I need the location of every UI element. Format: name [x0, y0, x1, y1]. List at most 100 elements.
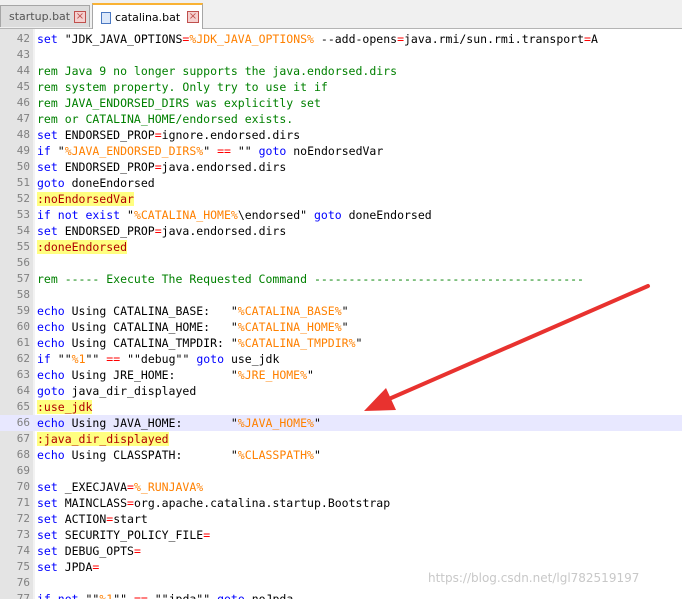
code-line[interactable]: 63 echo Using JRE_HOME: "%JRE_HOME%" — [0, 367, 682, 383]
code-line[interactable]: 57 rem ----- Execute The Requested Comman… — [0, 271, 682, 287]
code-token: = — [584, 32, 591, 46]
code-line[interactable]: 71 set MAINCLASS=org.apache.catalina.star… — [0, 495, 682, 511]
code-token: goto — [37, 176, 65, 190]
code-token: = — [203, 528, 211, 542]
code-text: set ACTION=start — [37, 511, 148, 527]
code-line[interactable]: 69 — [0, 463, 682, 479]
line-number: 57 — [16, 272, 30, 285]
code-line[interactable]: 64 goto java_dir_displayed — [0, 383, 682, 399]
code-token: :use_jdk — [37, 400, 93, 414]
code-token: _EXECJAVA — [57, 480, 128, 494]
line-number: 73 — [16, 528, 30, 541]
code-token: %_RUNJAVA% — [133, 480, 204, 494]
code-token: %JDK_JAVA_OPTIONS% — [189, 32, 314, 46]
code-line[interactable]: 70 set _EXECJAVA=%_RUNJAVA% — [0, 479, 682, 495]
close-icon[interactable]: × — [187, 11, 199, 23]
code-text: if not ""%1"" == ""jpda"" goto noJpda — [37, 591, 293, 599]
code-token: " — [355, 336, 363, 350]
code-line[interactable]: 77 if not ""%1"" == ""jpda"" goto noJpda — [0, 591, 682, 599]
code-line[interactable]: 44 rem Java 9 no longer supports the java… — [0, 63, 682, 79]
code-line[interactable]: 52:noEndorsedVar — [0, 191, 682, 207]
code-token: %CATALINA_BASE% — [237, 304, 342, 318]
line-number: 54 — [16, 224, 30, 237]
code-line[interactable]: 59 echo Using CATALINA_BASE: "%CATALINA_B… — [0, 303, 682, 319]
code-token: == — [133, 592, 148, 599]
line-number: 48 — [16, 128, 30, 141]
code-token: Using CATALINA_HOME: " — [64, 320, 238, 334]
code-token: "" — [113, 592, 134, 599]
code-line[interactable]: 58 — [0, 287, 682, 303]
code-token: = — [133, 544, 141, 558]
code-token: echo — [37, 320, 65, 334]
code-token: if not — [37, 592, 79, 599]
code-token: echo — [37, 368, 65, 382]
code-line[interactable]: 51 goto doneEndorsed — [0, 175, 682, 191]
code-token: goto — [313, 208, 342, 222]
code-line[interactable]: 42 set "JDK_JAVA_OPTIONS = %JDK_JAVA_OPTION… — [0, 31, 682, 47]
code-text: rem or CATALINA_HOME/endorsed exists. — [37, 111, 293, 127]
line-number: 70 — [16, 480, 30, 493]
code-token: %CLASSPATH% — [237, 448, 314, 462]
code-line[interactable]: 74 set DEBUG_OPTS= — [0, 543, 682, 559]
code-token: "" — [50, 352, 72, 366]
code-text: goto java_dir_displayed — [37, 383, 196, 399]
code-token: MAINCLASS — [57, 496, 128, 510]
code-text: rem system property. Only try to use it … — [37, 79, 328, 95]
code-line[interactable]: 72 set ACTION=start — [0, 511, 682, 527]
code-token: %JAVA_ENDORSED_DIRS% — [64, 144, 204, 158]
code-token: %JRE_HOME% — [237, 368, 308, 382]
code-token: echo — [37, 416, 65, 430]
code-token: Using CLASSPATH: " — [64, 448, 238, 462]
code-token: :java_dir_displayed — [37, 432, 169, 446]
code-token: set — [37, 496, 58, 510]
code-token: " — [313, 448, 321, 462]
code-line[interactable]: 56 — [0, 255, 682, 271]
code-token: == — [106, 352, 121, 366]
line-number: 62 — [16, 352, 30, 365]
code-line[interactable]: 46 rem JAVA_ENDORSED_DIRS was explicitly … — [0, 95, 682, 111]
code-line[interactable]: 65:use_jdk — [0, 399, 682, 415]
code-token: noJpda — [244, 592, 294, 599]
code-line[interactable]: 45 rem system property. Only try to use i… — [0, 79, 682, 95]
line-number: 43 — [16, 48, 30, 61]
code-editor[interactable]: 42 set "JDK_JAVA_OPTIONS = %JDK_JAVA_OPTION… — [0, 29, 682, 599]
code-line[interactable]: 49 if "%JAVA_ENDORSED_DIRS%" == "" goto n… — [0, 143, 682, 159]
code-line[interactable]: 54 set ENDORSED_PROP=java.endorsed.dirs — [0, 223, 682, 239]
code-token: " — [341, 320, 349, 334]
code-text: rem JAVA_ENDORSED_DIRS was explicitly se… — [37, 95, 321, 111]
code-line[interactable]: 47 rem or CATALINA_HOME/endorsed exists. — [0, 111, 682, 127]
code-token: set — [37, 560, 58, 574]
code-line[interactable]: 43 — [0, 47, 682, 63]
tab-startup-bat[interactable]: startup.bat × — [0, 5, 90, 27]
code-text: set SECURITY_POLICY_FILE= — [37, 527, 210, 543]
code-line[interactable]: 73 set SECURITY_POLICY_FILE= — [0, 527, 682, 543]
code-line[interactable]: 67:java_dir_displayed — [0, 431, 682, 447]
code-line[interactable]: 66 echo Using JAVA_HOME: "%JAVA_HOME%" — [0, 415, 682, 431]
code-token: if — [37, 144, 51, 158]
code-line[interactable]: 50 set ENDORSED_PROP=java.endorsed.dirs — [0, 159, 682, 175]
code-line[interactable]: 61 echo Using CATALINA_TMPDIR: "%CATALINA… — [0, 335, 682, 351]
code-token: set — [37, 160, 58, 174]
code-line[interactable]: 60 echo Using CATALINA_HOME: "%CATALINA_H… — [0, 319, 682, 335]
code-line[interactable]: 55:doneEndorsed — [0, 239, 682, 255]
code-text: set ENDORSED_PROP=ignore.endorsed.dirs — [37, 127, 300, 143]
code-token: SECURITY_POLICY_FILE — [57, 528, 204, 542]
code-line[interactable]: 68 echo Using CLASSPATH: "%CLASSPATH%" — [0, 447, 682, 463]
code-token: if not exist — [37, 208, 121, 222]
tab-catalina-bat[interactable]: catalina.bat × — [92, 3, 203, 29]
code-text: if not exist "%CATALINA_HOME%\endorsed" … — [37, 207, 432, 223]
code-token: ENDORSED_PROP — [57, 160, 155, 174]
code-line[interactable]: 62 if ""%1"" == ""debug"" goto use_jdk — [0, 351, 682, 367]
code-line[interactable]: 48 set ENDORSED_PROP=ignore.endorsed.dirs — [0, 127, 682, 143]
code-token: " — [50, 144, 65, 158]
watermark: https://blog.csdn.net/lgl782519197 — [428, 571, 640, 585]
code-token: Using CATALINA_BASE: " — [64, 304, 238, 318]
close-icon[interactable]: × — [74, 10, 86, 23]
code-token: = — [127, 480, 134, 494]
code-text: echo Using JAVA_HOME: "%JAVA_HOME%" — [37, 415, 321, 431]
code-text: if "%JAVA_ENDORSED_DIRS%" == "" goto noE… — [37, 143, 383, 159]
code-token: goto — [217, 592, 245, 599]
line-number: 51 — [16, 176, 30, 189]
code-line[interactable]: 53 if not exist "%CATALINA_HOME%\endorsed… — [0, 207, 682, 223]
code-token: ENDORSED_PROP — [57, 128, 155, 142]
